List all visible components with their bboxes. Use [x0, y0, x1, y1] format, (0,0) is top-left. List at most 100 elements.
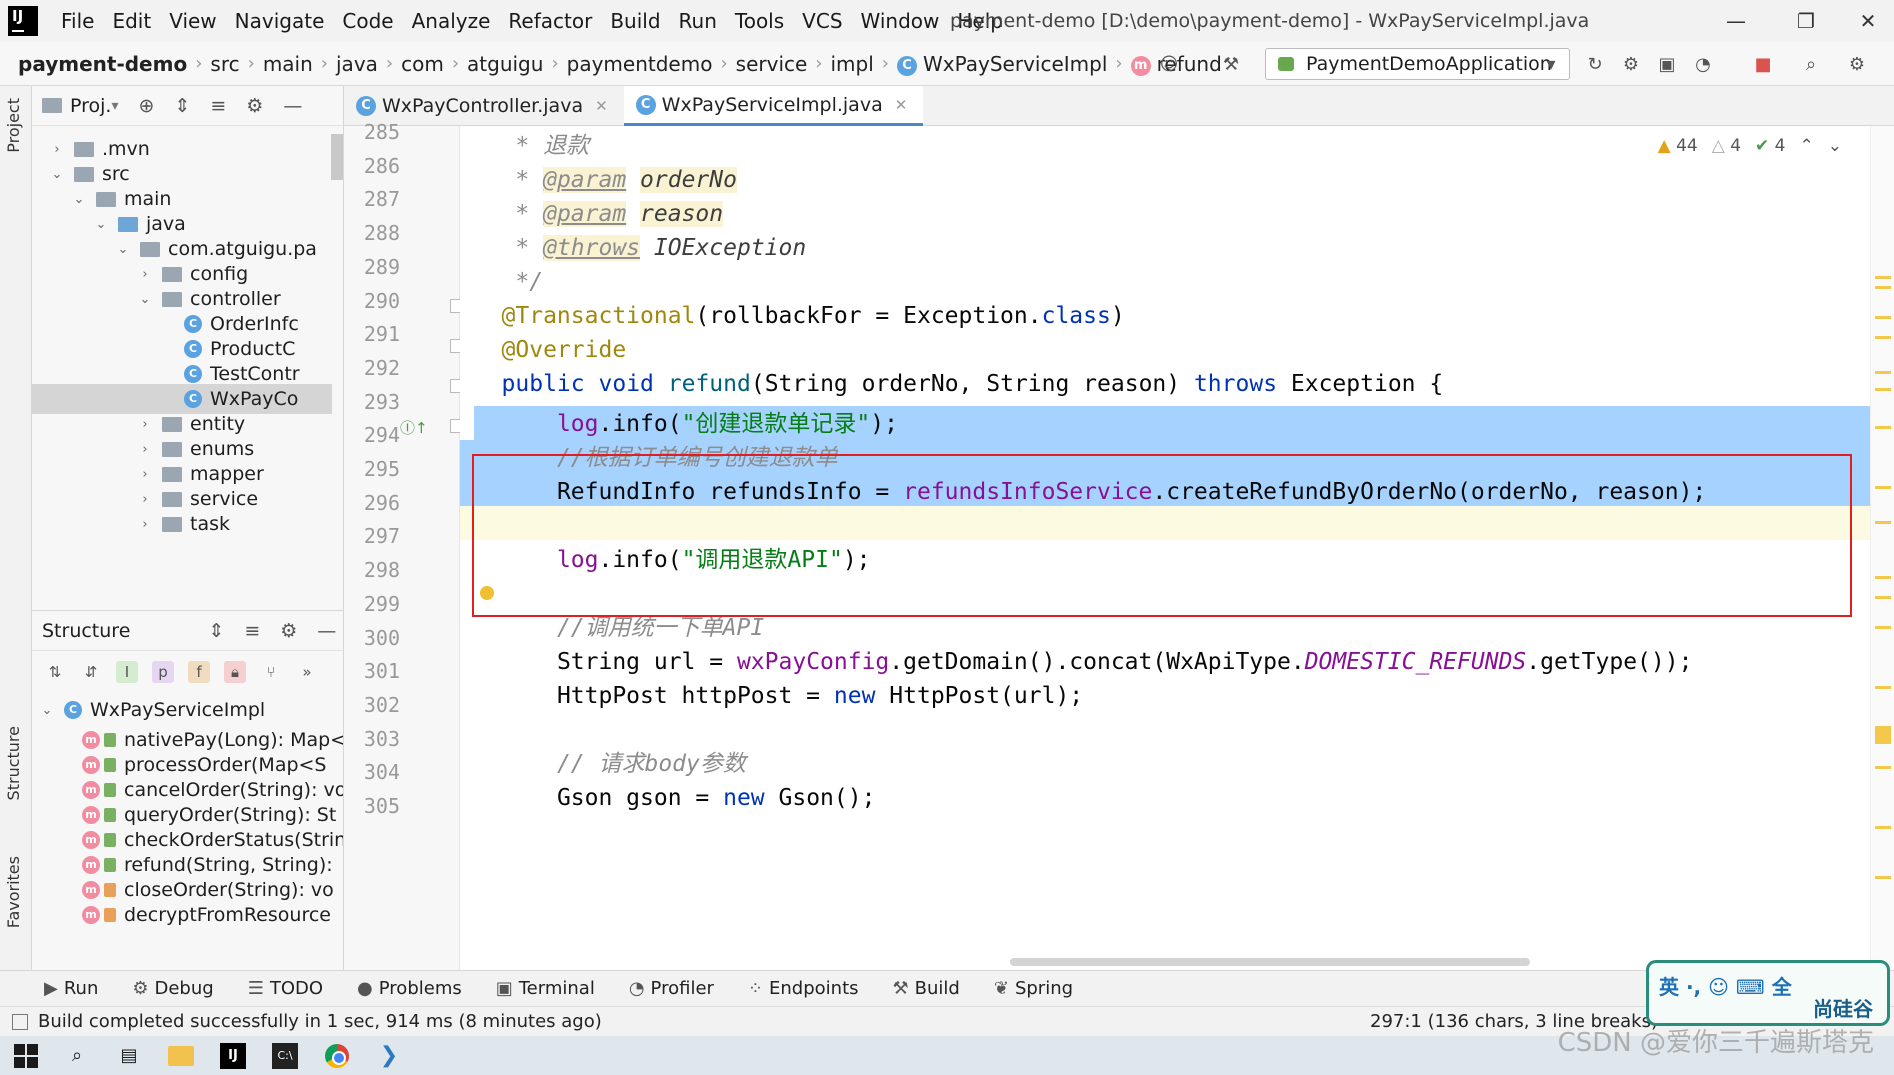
tab-wxpayserviceimpl[interactable]: C WxPayServiceImpl.java ✕ [623, 86, 924, 126]
breadcrumb-paymentdemo[interactable]: paymentdemo [567, 52, 713, 76]
breadcrumb-impl[interactable]: impl [831, 52, 874, 76]
endpoints-tool-button[interactable]: ⁘ Endpoints [748, 978, 859, 999]
menu-tools[interactable]: Tools [726, 9, 793, 33]
menu-run[interactable]: Run [670, 9, 726, 33]
collapse-all-icon[interactable]: ≡ [244, 620, 260, 642]
chevron-right-icon[interactable]: › [138, 467, 152, 482]
user-icon[interactable]: ☺ [1158, 54, 1180, 76]
profile-icon[interactable]: ◔ [1692, 54, 1714, 76]
chevron-right-icon[interactable]: › [138, 442, 152, 457]
chevron-down-icon[interactable]: ▾ [111, 98, 118, 114]
project-scrollbar[interactable] [331, 134, 343, 180]
terminal-tool-button[interactable]: ▣ Terminal [496, 978, 595, 999]
todo-tool-button[interactable]: ☰ TODO [248, 978, 323, 999]
run-configuration-select[interactable]: PaymentDemoApplication [1265, 48, 1570, 80]
chevron-down-icon[interactable]: ⌄ [116, 242, 130, 257]
menu-window[interactable]: Window [852, 9, 949, 33]
warning-marker[interactable] [1875, 486, 1891, 489]
status-toggle-icon[interactable] [12, 1013, 28, 1030]
structure-item[interactable]: m decryptFromResource [82, 900, 331, 930]
breadcrumb-src[interactable]: src [210, 52, 239, 76]
favorites-tool-tab[interactable]: Favorites [4, 856, 23, 928]
more-icon[interactable]: » [296, 661, 318, 683]
menu-view[interactable]: View [160, 9, 225, 33]
status-message[interactable]: Build completed successfully in 1 sec, 9… [38, 1011, 602, 1032]
profiler-tool-button[interactable]: ◔ Profiler [629, 978, 714, 999]
warning-marker[interactable] [1875, 596, 1891, 599]
intellij-taskbar-icon[interactable]: IJ [220, 1042, 246, 1069]
breadcrumb-com[interactable]: com [401, 52, 444, 76]
expand-all-icon[interactable]: ⇕ [208, 620, 224, 642]
warning-marker[interactable] [1875, 576, 1891, 579]
chevron-right-icon[interactable]: › [50, 142, 64, 157]
menu-vcs[interactable]: VCS [793, 9, 851, 33]
breadcrumb-atguigu[interactable]: atguigu [467, 52, 543, 76]
task-view-icon[interactable]: ▤ [116, 1043, 142, 1069]
menu-refactor[interactable]: Refactor [499, 9, 601, 33]
project-tool-tab[interactable]: Project [4, 98, 23, 153]
menu-code[interactable]: Code [333, 9, 402, 33]
breadcrumb-java[interactable]: java [336, 52, 378, 76]
chevron-down-icon[interactable]: ⌄ [50, 167, 64, 182]
warning-marker[interactable] [1875, 686, 1891, 689]
warning-marker[interactable] [1875, 286, 1891, 289]
chrome-icon[interactable] [324, 1043, 350, 1069]
warning-marker[interactable] [1875, 388, 1891, 391]
breadcrumb-main[interactable]: main [263, 52, 313, 76]
tree-item[interactable]: › task [32, 509, 332, 539]
warning-marker[interactable] [1875, 876, 1891, 879]
build-tool-button[interactable]: ⚒ Build [893, 978, 960, 999]
windows-start-icon[interactable] [14, 1043, 38, 1068]
warning-marker[interactable] [1875, 521, 1891, 524]
terminal-taskbar-icon[interactable]: C:\ [272, 1042, 298, 1069]
ime-toolbar[interactable]: 英 ·, ☺ ⌨ 全 尚硅谷 [1646, 960, 1890, 1026]
hide-panel-icon[interactable]: — [317, 620, 336, 642]
warning-marker[interactable] [1875, 336, 1891, 339]
project-panel-title[interactable]: Proj. [70, 95, 111, 117]
menu-build[interactable]: Build [601, 9, 669, 33]
rerun-icon[interactable]: ↻ [1584, 54, 1606, 76]
collapse-all-icon[interactable]: ≡ [210, 95, 226, 117]
editor-gutter[interactable]: 285 286 287 288 289 290 291 292 293 294 295 296 297 2… [344, 120, 460, 970]
menu-file[interactable]: File [52, 9, 103, 33]
chevron-right-icon[interactable]: › [138, 517, 152, 532]
warning-marker[interactable] [1875, 826, 1891, 829]
search-icon[interactable]: ⌕ [1800, 54, 1822, 76]
warning-marker[interactable] [1875, 626, 1891, 629]
intention-lightbulb-icon[interactable] [480, 586, 494, 600]
structure-tool-tab[interactable]: Structure [4, 726, 23, 800]
locate-icon[interactable]: ⊕ [139, 95, 155, 117]
show-lambdas-icon[interactable]: ⑂ [260, 661, 282, 683]
hide-panel-icon[interactable]: — [283, 95, 302, 117]
menu-edit[interactable]: Edit [103, 9, 160, 33]
warning-marker[interactable] [1875, 371, 1891, 374]
spring-tool-button[interactable]: ❦ Spring [994, 978, 1073, 999]
warning-marker[interactable] [1875, 766, 1891, 769]
gear-icon[interactable]: ⚙ [246, 95, 263, 117]
show-non-public-icon[interactable]: 🔒︎ [224, 661, 246, 683]
chevron-down-icon[interactable]: ⌄ [94, 217, 108, 232]
chevron-right-icon[interactable]: › [138, 492, 152, 507]
chevron-down-icon[interactable]: ⌄ [72, 192, 86, 207]
search-icon[interactable]: ⌕ [64, 1043, 90, 1069]
chevron-right-icon[interactable]: › [138, 417, 152, 432]
close-tab-icon[interactable]: ✕ [595, 97, 608, 115]
debug-bug-icon[interactable]: ⚙ [1620, 54, 1642, 76]
chevron-down-icon[interactable]: ⌄ [138, 292, 152, 307]
menu-navigate[interactable]: Navigate [226, 9, 334, 33]
show-properties-icon[interactable]: p [152, 661, 174, 683]
structure-root[interactable]: ⌄ C WxPayServiceImpl [40, 695, 266, 725]
show-inherited-icon[interactable]: I [116, 661, 138, 683]
vscode-icon[interactable]: ❯ [376, 1043, 402, 1069]
gear-icon[interactable]: ⚙ [280, 620, 297, 642]
hammer-build-icon[interactable]: ⚒ [1220, 54, 1242, 76]
close-tab-icon[interactable]: ✕ [895, 96, 908, 114]
problems-tool-button[interactable]: ● Problems [357, 978, 462, 999]
restore-icon[interactable]: ❐ [1786, 6, 1826, 36]
chevron-right-icon[interactable]: › [138, 267, 152, 282]
settings-icon[interactable]: ⚙ [1846, 54, 1868, 76]
code-editor[interactable]: ▲ 44 △ 4 ✔ 4 ⌃ ⌄ * 退款 * @param orderNo *… [460, 126, 1870, 970]
run-tool-button[interactable]: ▶ Run [44, 978, 98, 999]
expand-all-icon[interactable]: ⇕ [174, 95, 190, 117]
minimize-icon[interactable]: — [1716, 6, 1756, 36]
